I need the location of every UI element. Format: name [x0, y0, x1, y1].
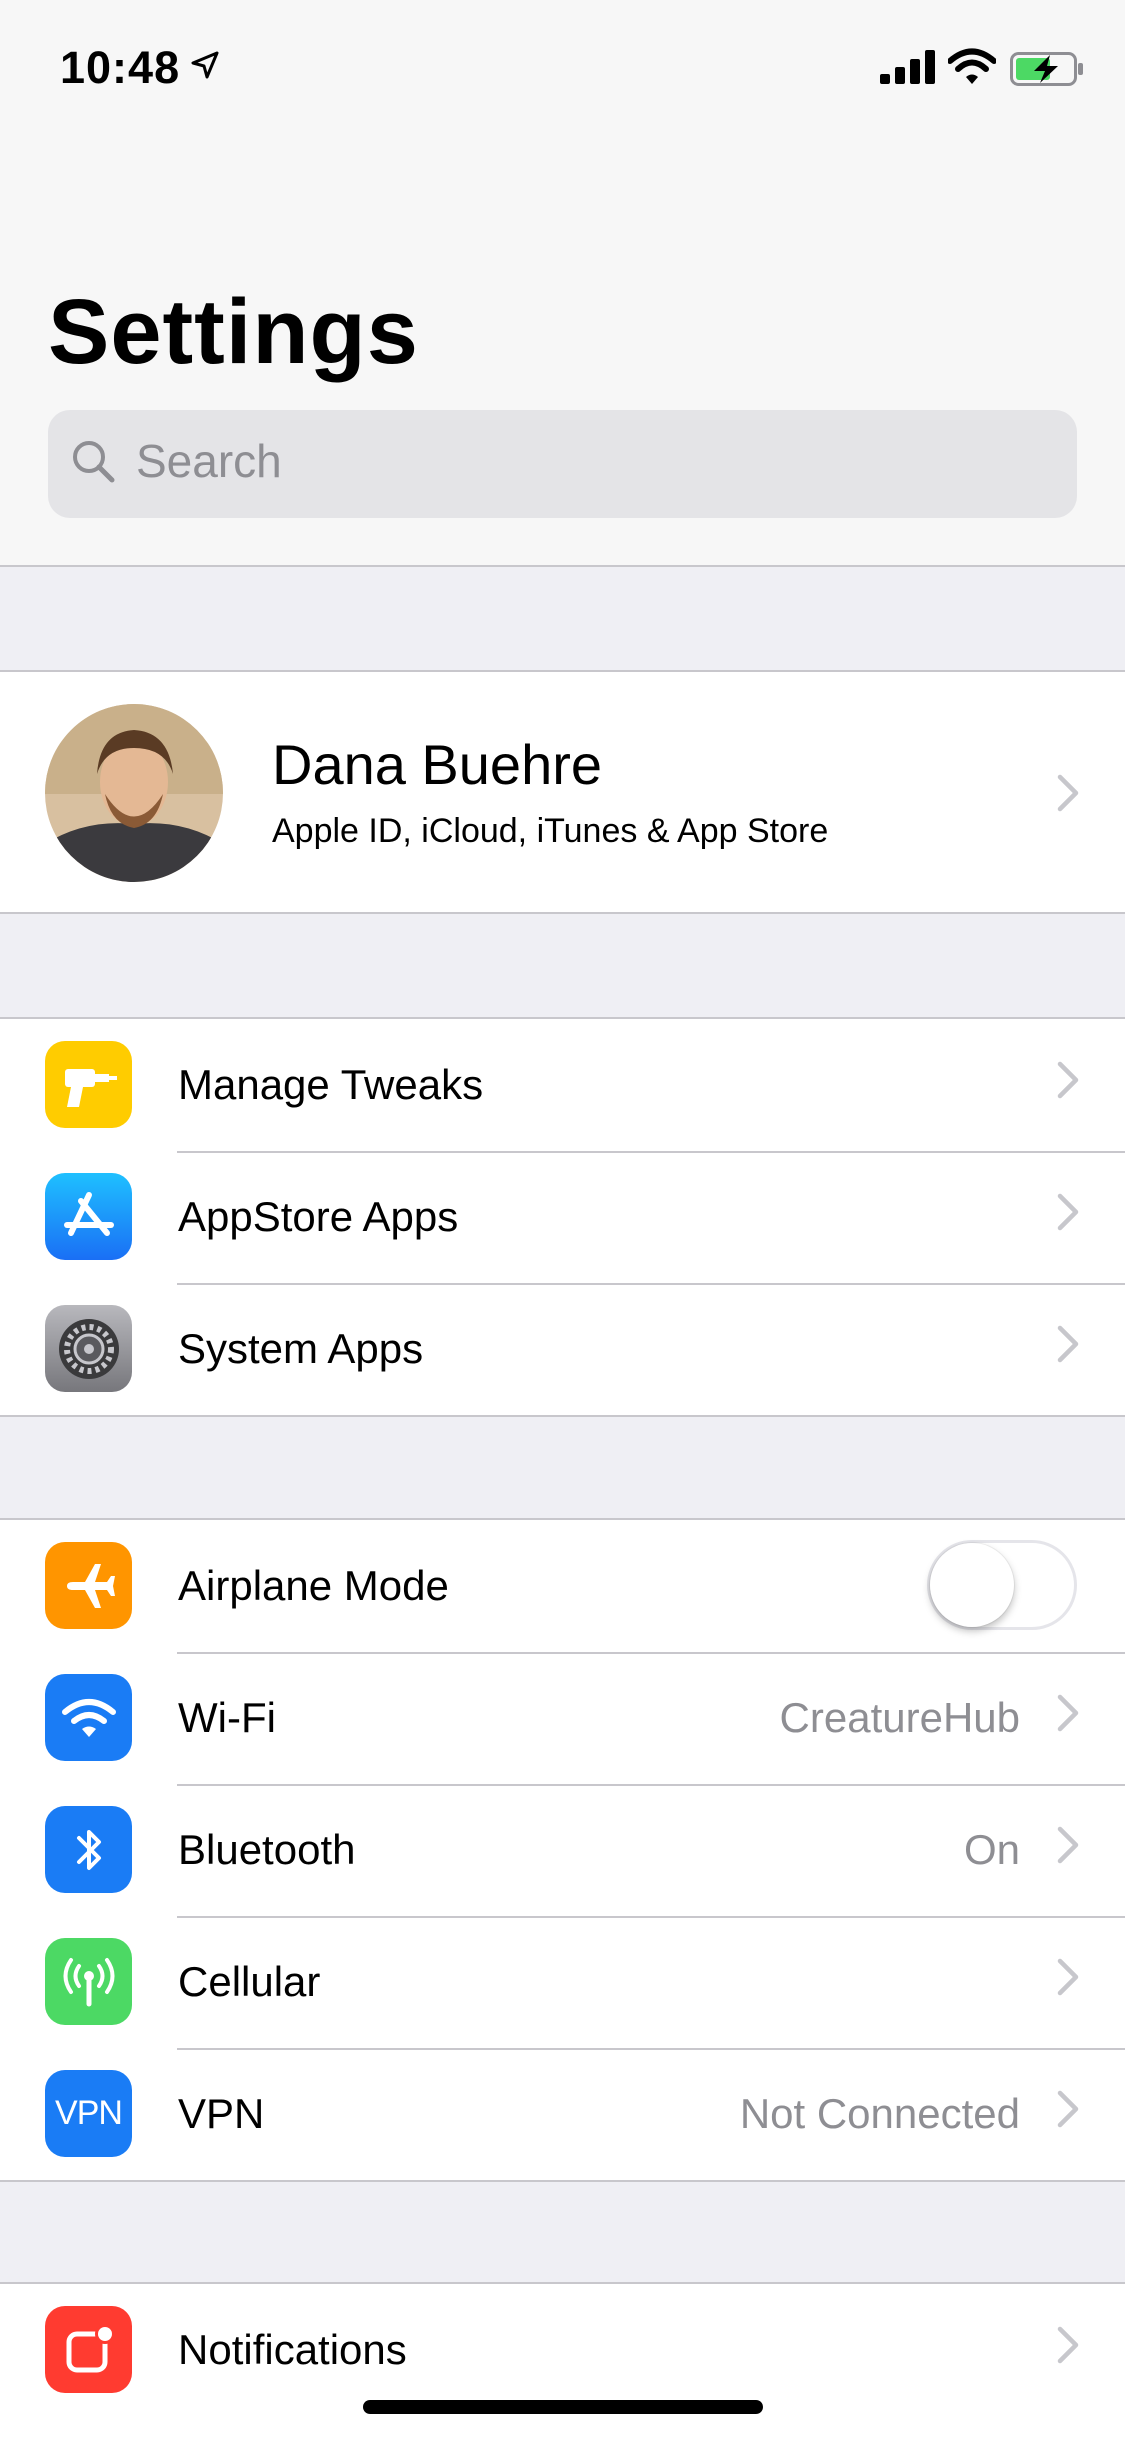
row-label: Manage Tweaks	[178, 1061, 484, 1108]
network-group: Airplane Mode Wi-Fi CreatureHub Bluetoot…	[0, 1518, 1125, 2182]
wifi-icon	[45, 1674, 132, 1761]
chevron-right-icon	[1057, 1325, 1079, 1363]
antenna-icon	[45, 1938, 132, 2025]
drill-icon	[45, 1041, 132, 1128]
vpn-icon-text: VPN	[55, 2094, 123, 2132]
vpn-icon: VPN	[45, 2070, 132, 2157]
system-apps-row[interactable]: System Apps	[0, 1283, 1125, 1415]
notifications-group: Notifications	[0, 2282, 1125, 2444]
chevron-right-icon	[1057, 2090, 1079, 2128]
notifications-icon	[45, 2306, 132, 2393]
airplane-mode-toggle[interactable]	[927, 1540, 1077, 1630]
airplane-mode-row: Airplane Mode	[0, 1520, 1125, 1652]
location-arrow-icon	[191, 51, 219, 79]
profile-name: Dana Buehre	[272, 733, 603, 796]
wifi-row[interactable]: Wi-Fi CreatureHub	[0, 1652, 1125, 1784]
chevron-right-icon	[1057, 2326, 1079, 2364]
row-label: AppStore Apps	[178, 1193, 459, 1240]
chevron-right-icon	[1057, 1193, 1079, 1231]
row-label: VPN	[178, 2090, 265, 2137]
bluetooth-row[interactable]: Bluetooth On	[0, 1784, 1125, 1916]
status-time: 10:48	[60, 42, 181, 93]
chevron-right-icon	[1057, 1826, 1079, 1864]
wifi-icon	[948, 48, 996, 84]
airplane-icon	[45, 1542, 132, 1629]
wifi-value: CreatureHub	[779, 1694, 1020, 1741]
cellular-row[interactable]: Cellular	[0, 1916, 1125, 2048]
row-label: Cellular	[178, 1958, 321, 2005]
chevron-right-icon	[1057, 774, 1079, 812]
tweaks-group: Manage Tweaks AppStore Apps System Apps	[0, 1017, 1125, 1417]
battery-charging-icon	[1010, 52, 1083, 86]
profile-subtitle: Apple ID, iCloud, iTunes & App Store	[272, 812, 829, 850]
row-label: Notifications	[178, 2326, 407, 2373]
search-icon	[73, 441, 115, 483]
home-indicator[interactable]	[363, 2400, 763, 2414]
avatar	[45, 704, 223, 882]
search-field[interactable]: Search	[48, 410, 1077, 518]
app-store-icon	[45, 1173, 132, 1260]
row-label: System Apps	[178, 1325, 424, 1372]
bluetooth-icon	[45, 1806, 132, 1893]
chevron-right-icon	[1057, 1958, 1079, 1996]
vpn-row[interactable]: VPN VPN Not Connected	[0, 2048, 1125, 2180]
notifications-row[interactable]: Notifications	[0, 2284, 1125, 2416]
chevron-right-icon	[1057, 1061, 1079, 1099]
apple-id-row[interactable]: Dana Buehre Apple ID, iCloud, iTunes & A…	[0, 672, 1125, 912]
toggle-knob	[930, 1543, 1014, 1627]
appstore-apps-row[interactable]: AppStore Apps	[0, 1151, 1125, 1283]
settings-header: Settings Search	[0, 135, 1125, 567]
vpn-value: Not Connected	[739, 2090, 1020, 2137]
manage-tweaks-row[interactable]: Manage Tweaks	[0, 1019, 1125, 1151]
row-label: Bluetooth	[178, 1826, 356, 1873]
gear-icon	[45, 1305, 132, 1392]
row-label: Wi-Fi	[178, 1694, 276, 1741]
page-title: Settings	[48, 281, 419, 383]
profile-group: Dana Buehre Apple ID, iCloud, iTunes & A…	[0, 670, 1125, 914]
row-label: Airplane Mode	[178, 1562, 449, 1609]
chevron-right-icon	[1057, 1694, 1079, 1732]
search-input[interactable]: Search	[136, 434, 282, 488]
status-bar: 10:48	[0, 0, 1125, 135]
bluetooth-value: On	[963, 1826, 1020, 1873]
cellular-signal-icon	[880, 50, 935, 84]
